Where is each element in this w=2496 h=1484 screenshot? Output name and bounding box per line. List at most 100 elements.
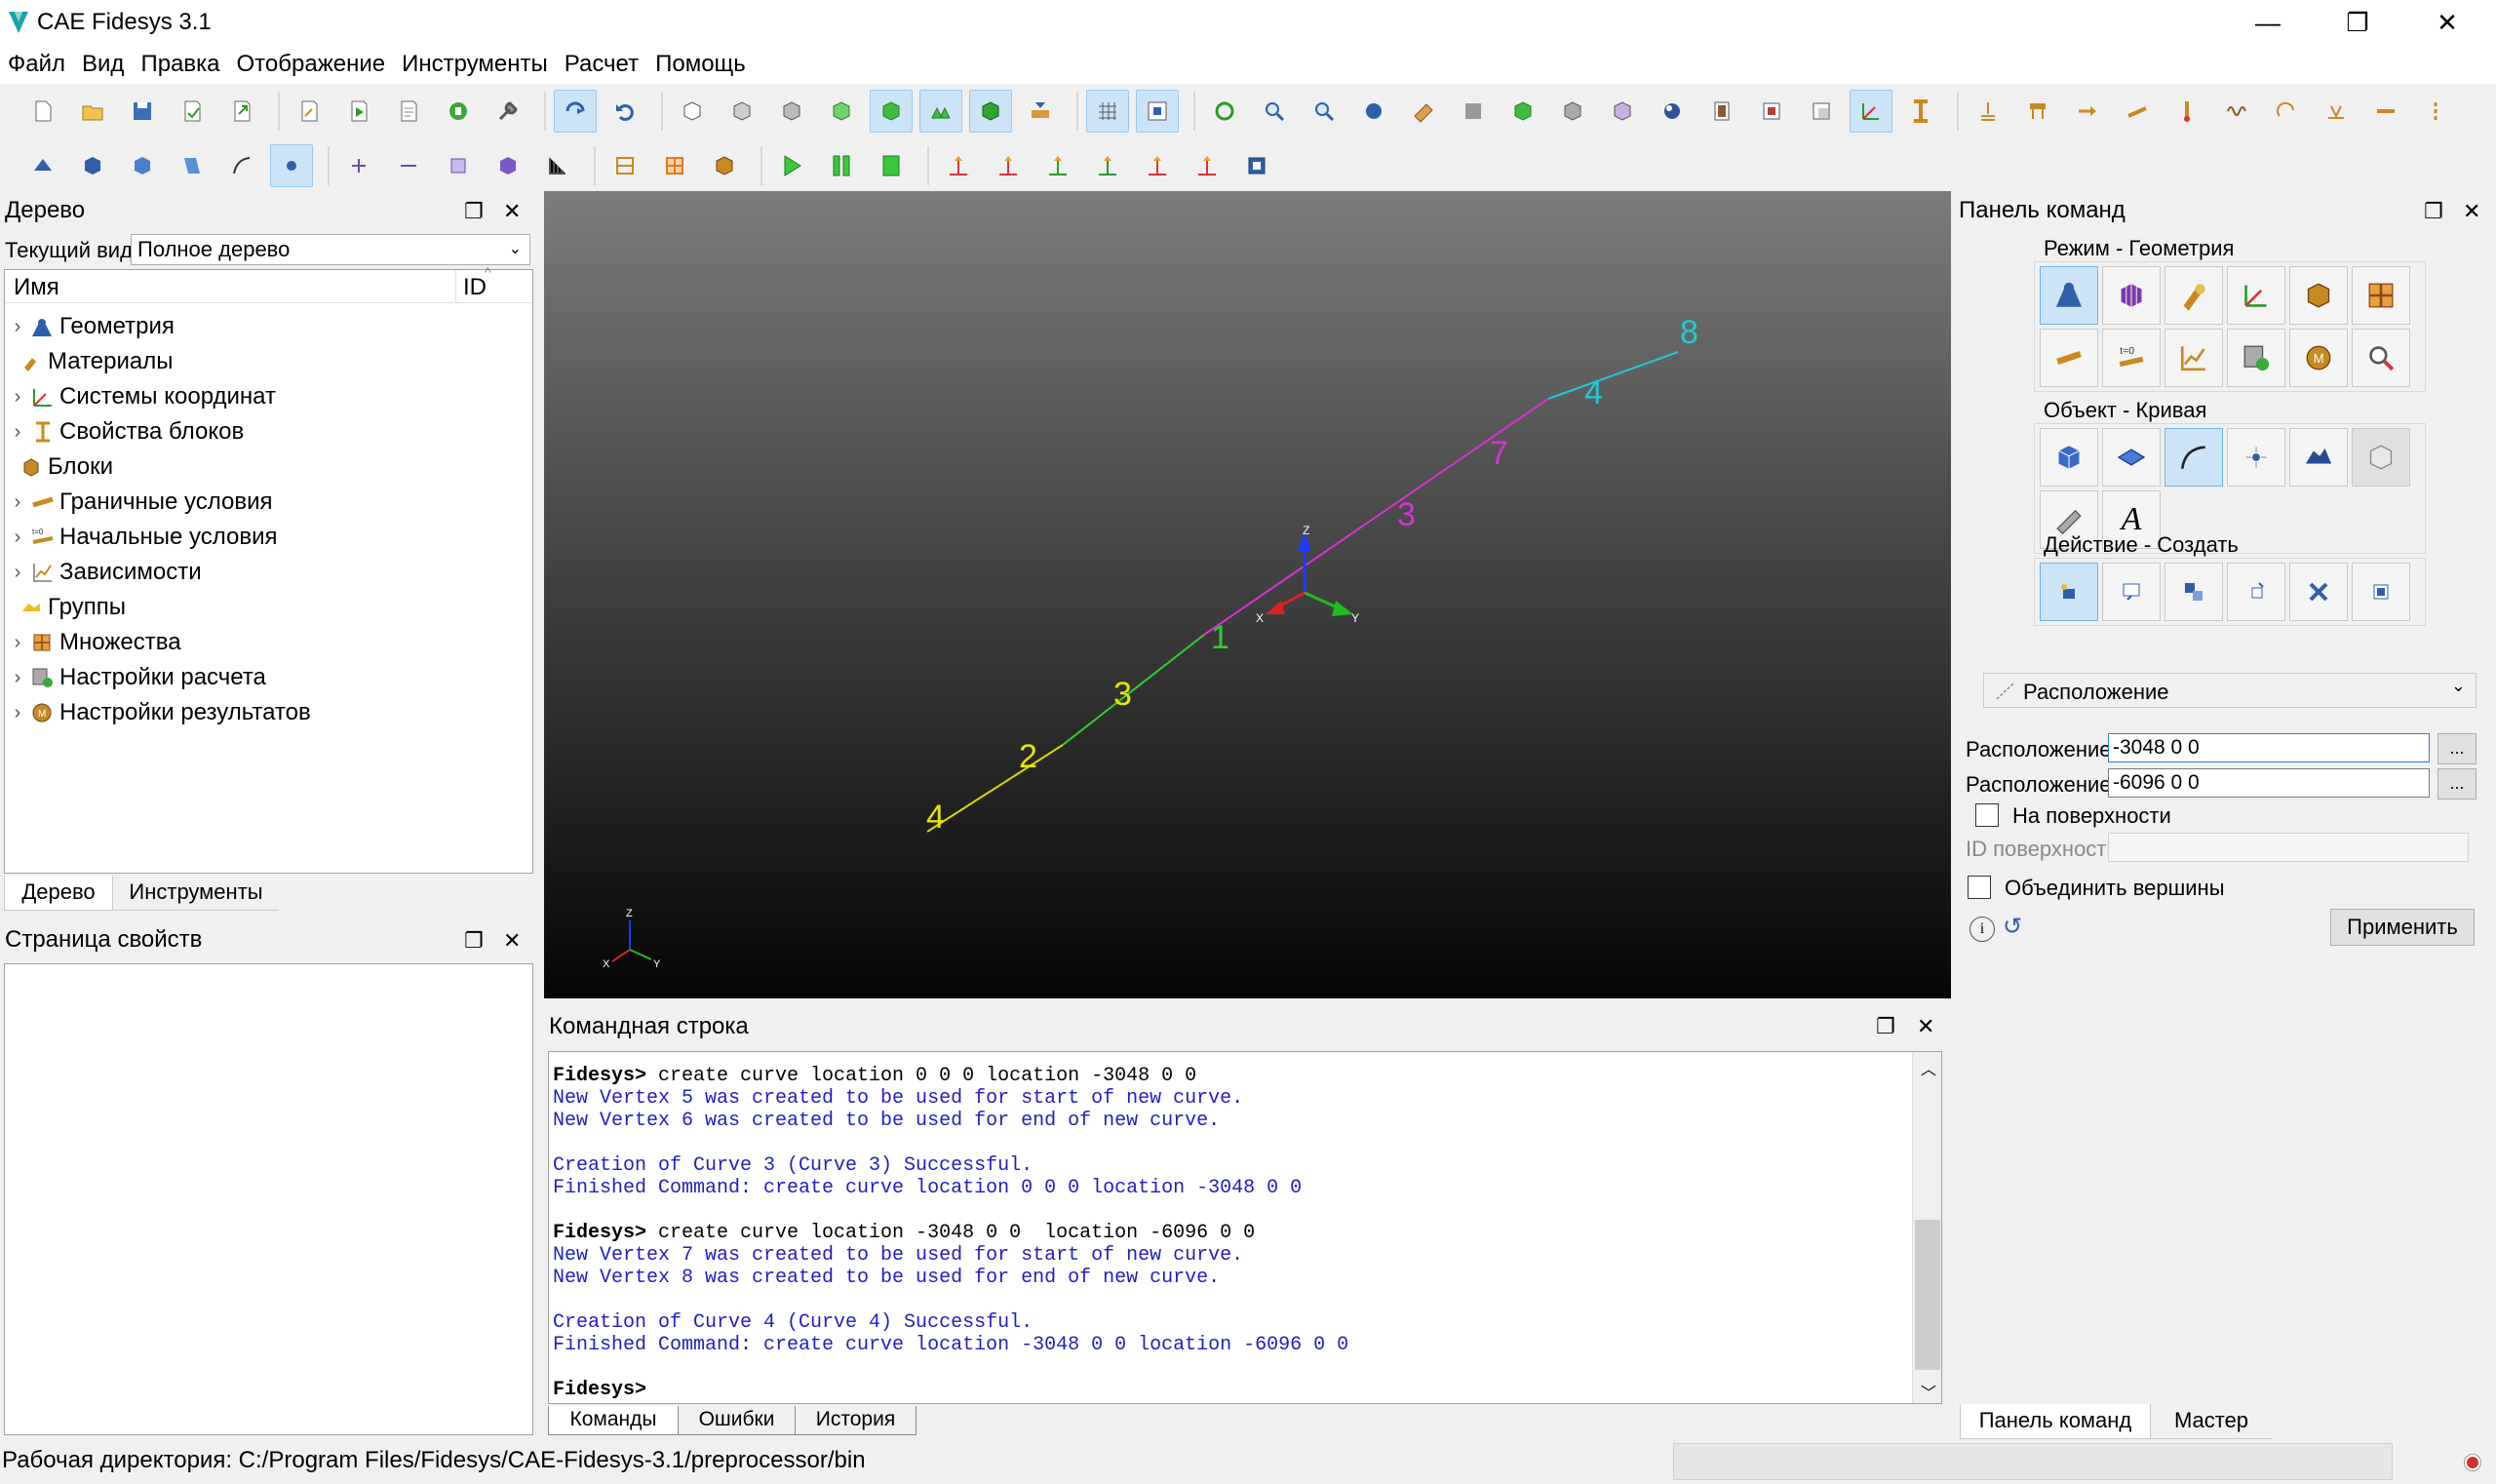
surface-id-input[interactable] xyxy=(2108,833,2469,862)
tab-wizard[interactable]: Мастер xyxy=(2151,1404,2272,1439)
mesh-size-button[interactable] xyxy=(604,144,646,187)
object-body-button[interactable] xyxy=(2352,428,2410,487)
scroll-thumb[interactable] xyxy=(1915,1220,1940,1370)
expand-arrow-icon[interactable]: › xyxy=(5,702,30,724)
apply-button[interactable]: Применить xyxy=(2330,909,2475,946)
display-mode-4-button[interactable] xyxy=(1601,90,1644,133)
save-button[interactable] xyxy=(121,90,164,133)
tab-tools[interactable]: Инструменты xyxy=(113,876,279,911)
view-plus-x-button[interactable] xyxy=(1136,144,1179,187)
expand-arrow-icon[interactable]: › xyxy=(5,421,30,444)
scroll-up-icon[interactable]: ︿ xyxy=(1921,1056,1936,1079)
command-output[interactable]: Fidesys> create curve location 0 0 0 loc… xyxy=(548,1051,1942,1404)
object-surface-button[interactable] xyxy=(2102,428,2161,487)
axes-button[interactable] xyxy=(1850,90,1892,133)
tree-view[interactable]: Имя ID ^ › Геометрия Материалы › Системы коо… xyxy=(4,264,533,874)
display-mode-8-button[interactable] xyxy=(1800,90,1843,133)
view-minus-y-button[interactable] xyxy=(1086,144,1129,187)
tab-errors[interactable]: Ошибки xyxy=(679,1406,796,1435)
display-mode-3-button[interactable] xyxy=(1551,90,1594,133)
action-create-button[interactable] xyxy=(2040,563,2098,621)
method-select[interactable]: Расположение ⌄ xyxy=(1983,673,2476,708)
object-group-button[interactable] xyxy=(2289,428,2348,487)
bc-force-button[interactable] xyxy=(2066,90,2109,133)
command-scrollbar[interactable]: ︿ ﹀ xyxy=(1912,1052,1941,1403)
action-other-button[interactable] xyxy=(2352,563,2410,621)
select-mode-button[interactable] xyxy=(554,90,597,133)
minimize-button[interactable]: — xyxy=(2223,0,2313,45)
curve-yellow[interactable] xyxy=(926,744,1064,833)
run-button[interactable] xyxy=(770,144,813,187)
location1-input[interactable]: -3048 0 0 xyxy=(2108,733,2430,762)
expand-arrow-icon[interactable]: › xyxy=(5,316,30,338)
object-curve-button[interactable] xyxy=(2164,428,2223,487)
display-mode-1-button[interactable] xyxy=(1452,90,1495,133)
zoom-out-button[interactable] xyxy=(1303,90,1346,133)
view-front-button[interactable] xyxy=(721,90,763,133)
location2-input[interactable]: -6096 0 0 xyxy=(2108,768,2430,798)
view-right-button[interactable] xyxy=(969,90,1012,133)
geom-curve-button[interactable] xyxy=(220,144,263,187)
mode-calc-button[interactable] xyxy=(2227,329,2285,387)
bc-spring-button[interactable] xyxy=(2215,90,2258,133)
tree-item[interactable]: › Множества xyxy=(5,625,181,660)
tree-panel-close-button[interactable]: ✕ xyxy=(503,199,521,224)
command-close-button[interactable]: ✕ xyxy=(1917,1014,1934,1039)
record-button[interactable] xyxy=(437,90,480,133)
view-plus-y-button[interactable] xyxy=(1036,144,1079,187)
mode-initial-button[interactable]: t=0 xyxy=(2102,329,2161,387)
action-delete-button[interactable] xyxy=(2289,563,2348,621)
scroll-down-icon[interactable]: ﹀ xyxy=(1921,1380,1936,1403)
maximize-button[interactable]: ❐ xyxy=(2313,0,2402,45)
view-minus-z-button[interactable] xyxy=(987,144,1030,187)
export-button[interactable] xyxy=(220,90,263,133)
mode-sets-button[interactable] xyxy=(2352,266,2410,325)
info-icon[interactable]: i xyxy=(1970,917,1995,942)
current-view-select[interactable]: Полное дерево ⌄ xyxy=(131,234,530,265)
bc-moment-button[interactable] xyxy=(2265,90,2308,133)
view-left-button[interactable] xyxy=(919,90,962,133)
curve-green[interactable] xyxy=(1062,634,1205,746)
menu-help[interactable]: Помощь xyxy=(655,49,746,80)
undo-button[interactable] xyxy=(604,90,646,133)
mode-material-button[interactable] xyxy=(2164,266,2223,325)
tab-command-panel[interactable]: Панель команд xyxy=(1960,1404,2151,1439)
run-script-button[interactable] xyxy=(337,90,380,133)
bc-load-button[interactable] xyxy=(2315,90,2358,133)
expand-arrow-icon[interactable]: › xyxy=(5,386,30,409)
geom-brick-button[interactable] xyxy=(71,144,114,187)
merge-vertices-checkbox[interactable] xyxy=(1968,876,1991,899)
action-copy-button[interactable] xyxy=(2227,563,2285,621)
expand-arrow-icon[interactable]: › xyxy=(5,632,30,654)
tree-item[interactable]: Блоки xyxy=(5,449,113,485)
new-file-button[interactable] xyxy=(21,90,64,133)
object-vertex-button[interactable] xyxy=(2227,428,2285,487)
tree-item[interactable]: › Граничные условия xyxy=(5,485,273,520)
menu-edit[interactable]: Правка xyxy=(140,49,219,80)
mode-mesh-button[interactable] xyxy=(2102,266,2161,325)
snap-button[interactable] xyxy=(1136,90,1179,133)
view-top-button[interactable] xyxy=(820,90,863,133)
action-transform-button[interactable] xyxy=(2164,563,2223,621)
tree-panel-float-button[interactable]: ❐ xyxy=(464,199,484,224)
tree-item[interactable]: Группы xyxy=(5,590,126,625)
on-surface-checkbox[interactable] xyxy=(1975,803,1999,827)
select-face-button[interactable] xyxy=(437,144,480,187)
bc-pressure-button[interactable] xyxy=(2116,90,2159,133)
tree-item[interactable]: Материалы xyxy=(5,344,174,379)
geom-surface-button[interactable] xyxy=(171,144,214,187)
mode-dependencies-button[interactable] xyxy=(2164,329,2223,387)
tree-item[interactable]: › Свойства блоков xyxy=(5,414,245,449)
mesh-grid-button[interactable] xyxy=(653,144,696,187)
expand-arrow-icon[interactable]: › xyxy=(5,491,30,514)
object-volume-button[interactable] xyxy=(2040,428,2098,487)
properties-float-button[interactable]: ❐ xyxy=(464,928,484,954)
settings-tool-button[interactable] xyxy=(487,90,529,133)
tree-item[interactable]: › Настройки расчета xyxy=(5,660,266,695)
script-button[interactable] xyxy=(288,90,331,133)
geom-vertex-button[interactable] xyxy=(270,144,313,187)
view-plus-z-button[interactable] xyxy=(937,144,980,187)
select-element-button[interactable] xyxy=(487,144,529,187)
action-modify-button[interactable] xyxy=(2102,563,2161,621)
stop-button[interactable] xyxy=(870,144,913,187)
